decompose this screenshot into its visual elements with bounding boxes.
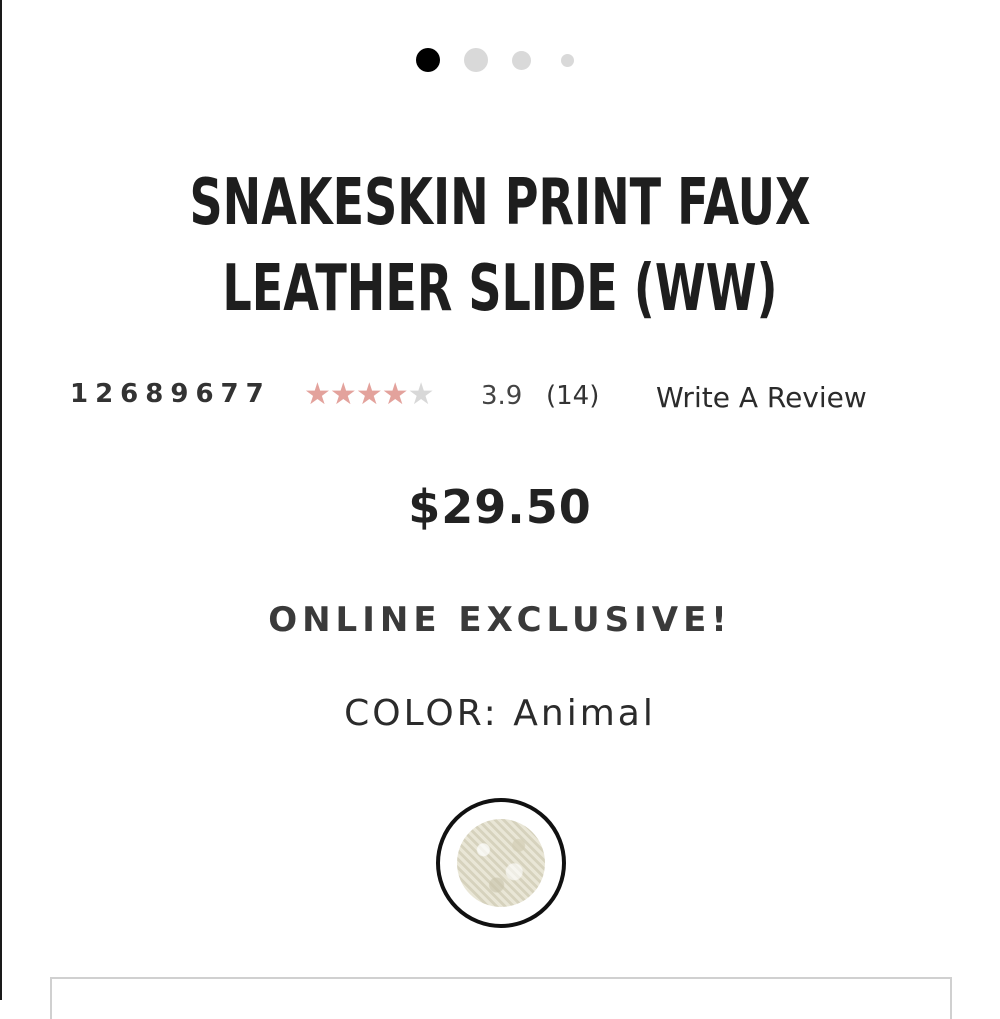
star-icon-5: ★ (407, 377, 435, 412)
star-icon-1: ★ (304, 377, 331, 412)
carousel-dot-4[interactable] (561, 54, 574, 67)
color-selection-label: COLOR: Animal (0, 693, 1000, 734)
swatch-pattern-image (457, 819, 545, 907)
product-title: SNAKESKIN PRINT FAUX LEATHER SLIDE (WW) (140, 160, 860, 332)
carousel-dot-3[interactable] (512, 51, 531, 70)
color-swatch-animal[interactable] (436, 798, 566, 928)
product-title-line-2: LEATHER SLIDE (WW) (222, 252, 778, 326)
color-value: Animal (513, 693, 656, 734)
star-icon-2: ★ (329, 377, 357, 412)
product-price: $29.50 (408, 480, 592, 534)
star-icon-3: ★ (355, 377, 383, 412)
product-sku: 12689677 (70, 379, 271, 409)
review-count[interactable]: (14) (546, 381, 599, 411)
carousel-dot-2[interactable] (464, 48, 488, 72)
product-title-line-1: SNAKESKIN PRINT FAUX (189, 166, 811, 240)
rating-value: 3.9 (481, 381, 523, 411)
star-rating[interactable]: ★★★★★ (304, 377, 435, 412)
product-meta-row: 12689677 ★★★★★ 3.9 (14) Write A Review (0, 376, 1000, 416)
image-carousel-dots (0, 47, 1000, 73)
star-icon-4: ★ (381, 377, 409, 412)
carousel-dot-1-active[interactable] (416, 48, 440, 72)
online-exclusive-badge: ONLINE EXCLUSIVE! (268, 600, 732, 640)
write-review-link[interactable]: Write A Review (656, 381, 867, 414)
size-selector-panel[interactable] (50, 977, 952, 1019)
color-label: COLOR: (344, 693, 499, 734)
